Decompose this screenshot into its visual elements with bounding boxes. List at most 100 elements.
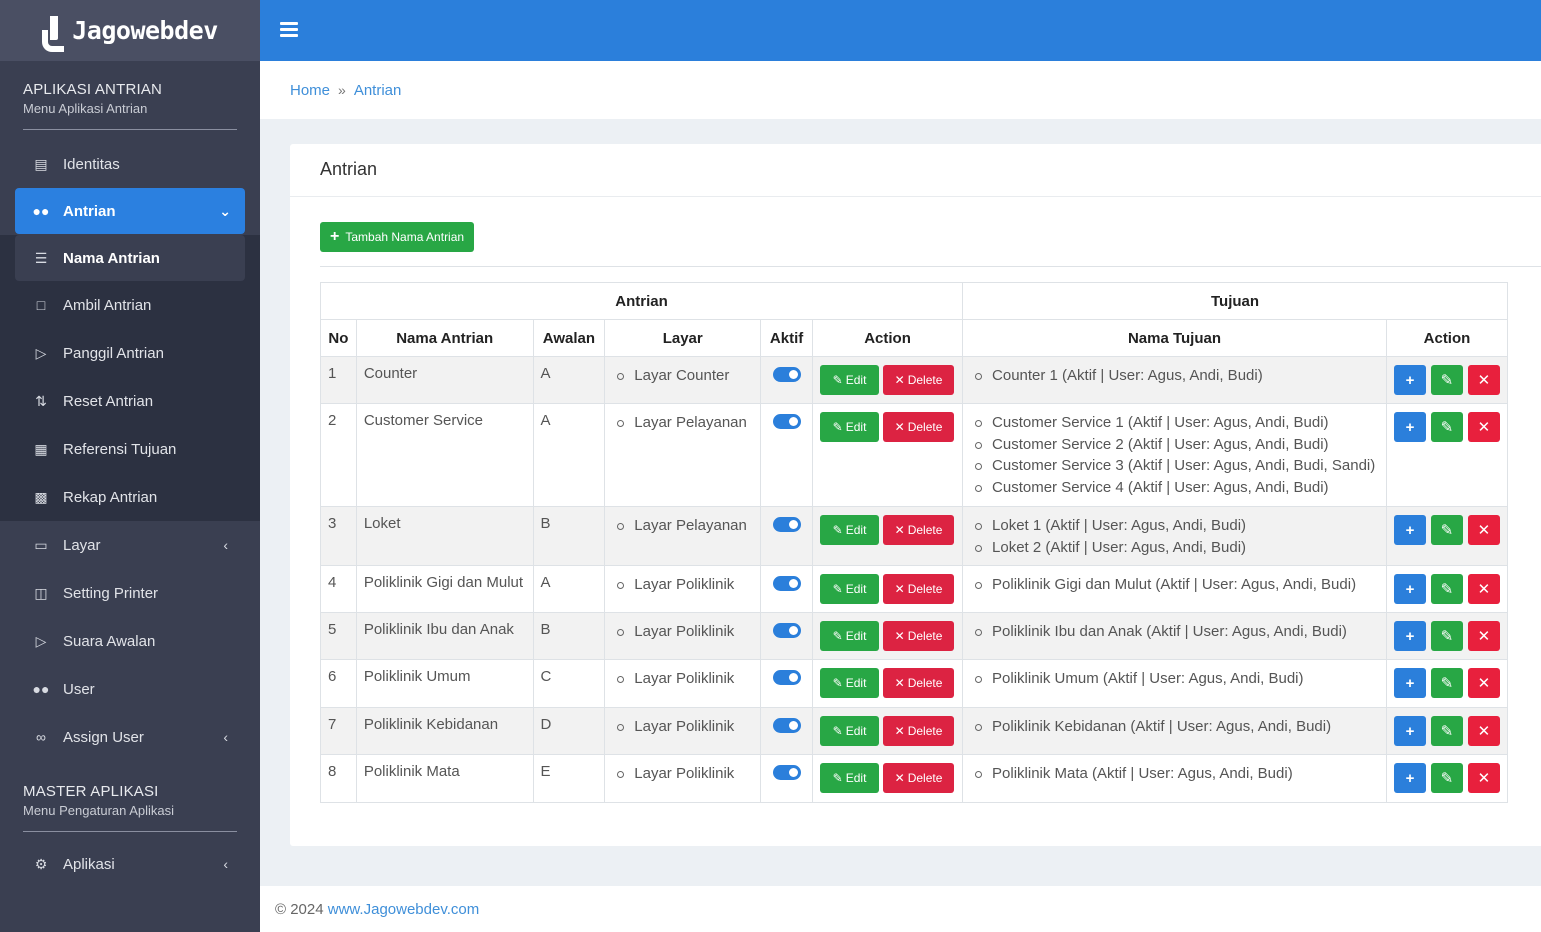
layar-item: Layar Counter (612, 365, 753, 387)
table-row: 2 Customer Service A Layar Pelayanan ✎ Ed… (320, 403, 1509, 507)
delete-tujuan-button[interactable]: ✕ (1467, 621, 1500, 651)
plus-icon: + (1405, 674, 1415, 692)
sidebar-item-rekap-antrian[interactable]: ▩ Rekap Antrian (0, 473, 260, 521)
tujuan-item: Poliklinik Mata (Aktif | User: Agus, And… (970, 763, 1379, 785)
delete-tujuan-button[interactable]: ✕ (1467, 716, 1500, 746)
sidebar-item-label: Layar (63, 536, 101, 554)
edit-tujuan-button[interactable]: ✎ (1430, 621, 1463, 651)
add-tujuan-button[interactable]: + (1393, 668, 1426, 698)
antrian-card: Antrian + Tambah Nama Antrian Antrian Tu… (290, 144, 1541, 846)
add-tujuan-button[interactable]: + (1393, 574, 1426, 604)
cell-layar: Layar Poliklinik (604, 707, 762, 755)
delete-button[interactable]: ✕ Delete (883, 412, 955, 442)
add-tujuan-button[interactable]: + (1393, 763, 1426, 793)
edit-button[interactable]: ✎ Edit (820, 515, 880, 545)
aktif-toggle[interactable] (772, 367, 801, 382)
plus-icon: + (1405, 371, 1415, 389)
sidebar-section-master: MASTER APLIKASI Menu Pengaturan Aplikasi (0, 761, 260, 818)
tujuan-item: Customer Service 2 (Aktif | User: Agus, … (970, 434, 1379, 456)
edit-label: Edit (845, 629, 867, 643)
sidebar-item-assign-user[interactable]: ∞ Assign User ‹ (0, 713, 260, 761)
delete-button[interactable]: ✕ Delete (883, 668, 955, 698)
plus-icon: + (1405, 580, 1415, 598)
cell-nama-antrian: Loket (355, 506, 534, 566)
breadcrumb-home-link[interactable]: Home (290, 82, 330, 99)
delete-tujuan-button[interactable]: ✕ (1467, 574, 1500, 604)
edit-tujuan-button[interactable]: ✎ (1430, 365, 1463, 395)
add-tujuan-button[interactable]: + (1393, 412, 1426, 442)
edit-button[interactable]: ✎ Edit (820, 763, 880, 793)
layar-item: Layar Pelayanan (612, 515, 753, 537)
delete-button[interactable]: ✕ Delete (883, 515, 955, 545)
sidebar-item-reset-antrian[interactable]: ⇅ Reset Antrian (0, 377, 260, 425)
delete-tujuan-button[interactable]: ✕ (1467, 365, 1500, 395)
aktif-toggle[interactable] (772, 765, 801, 780)
aktif-toggle[interactable] (772, 718, 801, 733)
table-row: 8 Poliklinik Mata E Layar Poliklinik ✎ Ed… (320, 754, 1509, 803)
sidebar-item-setting-printer[interactable]: ◫ Setting Printer (0, 569, 260, 617)
add-antrian-button[interactable]: + Tambah Nama Antrian (320, 222, 475, 252)
edit-button[interactable]: ✎ Edit (820, 621, 880, 651)
edit-tujuan-button[interactable]: ✎ (1430, 574, 1463, 604)
sidebar-item-referensi-tujuan[interactable]: ▦ Referensi Tujuan (0, 425, 260, 473)
sidebar-item-panggil-antrian[interactable]: ▷ Panggil Antrian (0, 329, 260, 377)
edit-label: Edit (845, 676, 867, 690)
cell-action-tujuan: + ✎ ✕ (1385, 356, 1509, 404)
sidebar-item-ambil-antrian[interactable]: □ Ambil Antrian (0, 281, 260, 329)
close-icon: ✕ (1477, 522, 1491, 539)
close-icon: ✕ (894, 771, 905, 785)
sidebar-item-suara-awalan[interactable]: ▷ Suara Awalan (0, 617, 260, 665)
layar-item: Layar Poliklinik (612, 574, 753, 596)
add-tujuan-button[interactable]: + (1393, 716, 1426, 746)
edit-tujuan-button[interactable]: ✎ (1430, 763, 1463, 793)
delete-tujuan-button[interactable]: ✕ (1467, 668, 1500, 698)
aktif-toggle[interactable] (772, 517, 801, 532)
edit-button[interactable]: ✎ Edit (820, 365, 880, 395)
brand-logo[interactable]: Jagowebdev (0, 0, 260, 61)
add-tujuan-button[interactable]: + (1393, 621, 1426, 651)
breadcrumb-current-link[interactable]: Antrian (354, 82, 402, 99)
edit-button[interactable]: ✎ Edit (820, 412, 880, 442)
antrian-submenu: ☰ Nama Antrian □ Ambil Antrian ▷ Panggil… (0, 235, 260, 521)
sidebar-item-aplikasi[interactable]: ⚙ Aplikasi ‹ (0, 840, 260, 888)
footer-link[interactable]: www.Jagowebdev.com (328, 901, 479, 918)
edit-button[interactable]: ✎ Edit (820, 668, 880, 698)
add-tujuan-button[interactable]: + (1393, 365, 1426, 395)
hamburger-menu-icon[interactable] (280, 22, 298, 38)
edit-icon: ✎ (832, 582, 843, 596)
sidebar-item-nama-antrian[interactable]: ☰ Nama Antrian (15, 235, 245, 281)
aktif-toggle[interactable] (772, 623, 801, 638)
delete-button[interactable]: ✕ Delete (883, 716, 955, 746)
cell-action: ✎ Edit ✕ Delete (812, 403, 964, 507)
delete-tujuan-button[interactable]: ✕ (1467, 412, 1500, 442)
delete-button[interactable]: ✕ Delete (883, 365, 955, 395)
edit-button[interactable]: ✎ Edit (820, 574, 880, 604)
chevron-left-icon: ‹ (223, 729, 228, 745)
edit-tujuan-button[interactable]: ✎ (1430, 716, 1463, 746)
edit-tujuan-button[interactable]: ✎ (1430, 515, 1463, 545)
table-row: 7 Poliklinik Kebidanan D Layar Poliklini… (320, 707, 1509, 755)
delete-tujuan-button[interactable]: ✕ (1467, 763, 1500, 793)
sidebar-item-user[interactable]: ●● User (0, 665, 260, 713)
cell-action: ✎ Edit ✕ Delete (812, 565, 964, 613)
col-header-nama-tujuan: Nama Tujuan (962, 319, 1387, 357)
edit-button[interactable]: ✎ Edit (820, 716, 880, 746)
sidebar-item-label: Setting Printer (63, 584, 159, 602)
delete-button[interactable]: ✕ Delete (883, 621, 955, 651)
cell-awalan: B (532, 506, 606, 566)
sidebar-item-identitas[interactable]: ▤ Identitas (0, 140, 260, 188)
sidebar-item-layar[interactable]: ▭ Layar ‹ (0, 521, 260, 569)
aktif-toggle[interactable] (772, 670, 801, 685)
delete-button[interactable]: ✕ Delete (883, 574, 955, 604)
add-tujuan-button[interactable]: + (1393, 515, 1426, 545)
aktif-toggle[interactable] (772, 576, 801, 591)
edit-tujuan-button[interactable]: ✎ (1430, 412, 1463, 442)
aktif-toggle[interactable] (772, 414, 801, 429)
cell-aktif (760, 707, 814, 755)
edit-tujuan-button[interactable]: ✎ (1430, 668, 1463, 698)
delete-tujuan-button[interactable]: ✕ (1467, 515, 1500, 545)
sidebar-item-antrian[interactable]: ●● Antrian ⌄ (15, 188, 245, 234)
cell-layar: Layar Poliklinik (604, 565, 762, 613)
pencil-icon: ✎ (1440, 372, 1454, 389)
delete-button[interactable]: ✕ Delete (883, 763, 955, 793)
